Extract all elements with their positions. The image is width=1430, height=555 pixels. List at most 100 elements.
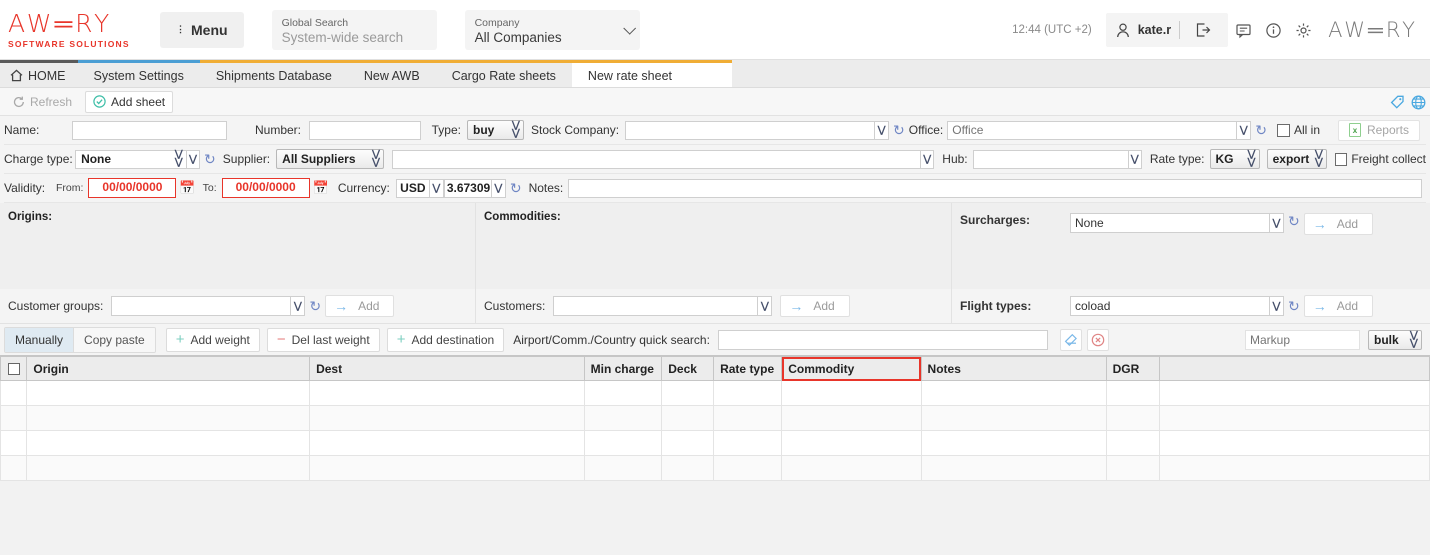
surcharges-add-button[interactable]: → Add <box>1304 213 1373 235</box>
col-dest[interactable]: Dest <box>310 357 585 381</box>
logout-icon[interactable] <box>1188 15 1218 45</box>
tag-icon[interactable] <box>1390 95 1405 110</box>
supplier-extra-input[interactable] <box>392 150 921 169</box>
reports-button[interactable]: x Reports <box>1338 120 1420 141</box>
customer-groups-add-button[interactable]: → Add <box>325 295 394 317</box>
currency-rate-input[interactable]: 3.67309 <box>444 179 492 198</box>
info-icon[interactable] <box>1258 15 1288 45</box>
col-rate-type[interactable]: Rate type <box>714 357 782 381</box>
select-all-header[interactable] <box>1 357 27 381</box>
tab-new-awb[interactable]: New AWB <box>348 60 436 88</box>
cell-notes[interactable] <box>921 381 1106 406</box>
tab-shipments-database[interactable]: Shipments Database <box>200 60 348 88</box>
cell-commodity[interactable] <box>782 381 921 406</box>
select-all-checkbox[interactable] <box>8 363 20 375</box>
tab-system-settings[interactable]: System Settings <box>78 60 200 88</box>
col-dgr[interactable]: DGR <box>1106 357 1160 381</box>
cell-origin[interactable] <box>27 456 310 481</box>
stock-company-lookup-icon[interactable]: ⋁ <box>875 121 889 140</box>
cell-rate-type[interactable] <box>714 406 782 431</box>
cell-origin[interactable] <box>27 406 310 431</box>
customer-groups-input[interactable] <box>111 296 291 316</box>
row-checkbox-cell[interactable] <box>1 431 27 456</box>
stock-company-refresh-icon[interactable]: ↻ <box>889 122 909 139</box>
office-input[interactable] <box>947 121 1237 140</box>
surcharges-input[interactable] <box>1070 213 1270 233</box>
supplier-select[interactable]: All Suppliers ⋁⋁ <box>276 149 384 169</box>
cell-dest[interactable] <box>310 456 585 481</box>
currency-rate-lookup-icon[interactable]: ⋁ <box>492 179 506 198</box>
cell-deck[interactable] <box>662 456 714 481</box>
global-search-input[interactable]: System-wide search <box>282 30 427 46</box>
calendar-icon[interactable]: 📅 <box>313 180 329 196</box>
del-last-weight-button[interactable]: − Del last weight <box>267 328 380 352</box>
all-in-checkbox[interactable] <box>1277 124 1290 137</box>
tab-cargo-rate-sheets[interactable]: Cargo Rate sheets <box>436 60 572 88</box>
markup-mode-select[interactable]: bulk ⋁⋁ <box>1368 330 1422 350</box>
cell-origin[interactable] <box>27 381 310 406</box>
gear-icon[interactable] <box>1288 15 1318 45</box>
cell-dest[interactable] <box>310 381 585 406</box>
user-menu[interactable]: kate.r <box>1106 13 1228 47</box>
eraser-icon[interactable] <box>1060 329 1082 351</box>
calendar-icon[interactable]: 📅 <box>179 180 195 196</box>
cell-dest[interactable] <box>310 431 585 456</box>
cell-commodity[interactable] <box>782 456 921 481</box>
company-selector[interactable]: Company All Companies <box>465 10 640 50</box>
cell-deck[interactable] <box>662 406 714 431</box>
cell-rate-type[interactable] <box>714 381 782 406</box>
surcharges-refresh-icon[interactable]: ↻ <box>1284 213 1304 230</box>
mode-manually-button[interactable]: Manually <box>5 328 73 352</box>
cell-deck[interactable] <box>662 381 714 406</box>
currency-select[interactable]: USD <box>396 179 430 198</box>
hub-input[interactable] <box>973 150 1129 169</box>
cell-notes[interactable] <box>921 406 1106 431</box>
charge-type-select[interactable]: None ⋁⋁ <box>75 150 187 169</box>
freight-collect-checkbox[interactable] <box>1335 153 1347 166</box>
clear-circle-icon[interactable] <box>1087 329 1109 351</box>
mode-copy-paste-button[interactable]: Copy paste <box>73 328 155 352</box>
tab-home[interactable]: HOME <box>0 60 78 88</box>
customer-groups-refresh-icon[interactable]: ↻ <box>305 298 325 315</box>
col-commodity[interactable]: Commodity <box>782 357 921 381</box>
currency-lookup-icon[interactable]: ⋁ <box>430 179 444 198</box>
hub-lookup-icon[interactable]: ⋁ <box>1129 150 1142 169</box>
cell-commodity[interactable] <box>782 406 921 431</box>
globe-icon[interactable] <box>1411 95 1426 110</box>
add-sheet-button[interactable]: Add sheet <box>85 91 173 113</box>
chat-icon[interactable] <box>1228 15 1258 45</box>
customers-input[interactable] <box>553 296 758 316</box>
row-checkbox-cell[interactable] <box>1 381 27 406</box>
table-row[interactable] <box>1 406 1430 431</box>
cell-dest[interactable] <box>310 406 585 431</box>
cell-dgr[interactable] <box>1106 456 1160 481</box>
table-row[interactable] <box>1 431 1430 456</box>
row-checkbox-cell[interactable] <box>1 456 27 481</box>
flight-types-refresh-icon[interactable]: ↻ <box>1284 298 1304 315</box>
type-select[interactable]: buy ⋁⋁ <box>467 120 524 140</box>
table-row[interactable] <box>1 456 1430 481</box>
add-weight-button[interactable]: + Add weight <box>166 328 260 352</box>
cell-rate-type[interactable] <box>714 431 782 456</box>
customers-add-button[interactable]: → Add <box>780 295 849 317</box>
menu-button[interactable]: ⋮ Menu <box>160 12 244 48</box>
cell-min-charge[interactable] <box>584 406 662 431</box>
direction-select[interactable]: export ⋁⋁ <box>1267 149 1327 169</box>
col-notes[interactable]: Notes <box>921 357 1106 381</box>
col-min-charge[interactable]: Min charge <box>584 357 662 381</box>
cell-dgr[interactable] <box>1106 381 1160 406</box>
notes-input[interactable] <box>568 179 1422 198</box>
refresh-button[interactable]: Refresh <box>6 92 79 112</box>
cell-deck[interactable] <box>662 431 714 456</box>
cell-origin[interactable] <box>27 431 310 456</box>
cell-dgr[interactable] <box>1106 431 1160 456</box>
cell-dgr[interactable] <box>1106 406 1160 431</box>
cell-rate-type[interactable] <box>714 456 782 481</box>
tab-new-rate-sheet[interactable]: New rate sheet <box>572 60 732 88</box>
origins-panel[interactable]: Origins: <box>0 203 476 289</box>
cell-min-charge[interactable] <box>584 431 662 456</box>
cell-notes[interactable] <box>921 431 1106 456</box>
customers-lookup-icon[interactable]: ⋁ <box>758 296 772 316</box>
col-deck[interactable]: Deck <box>662 357 714 381</box>
cell-commodity[interactable] <box>782 431 921 456</box>
